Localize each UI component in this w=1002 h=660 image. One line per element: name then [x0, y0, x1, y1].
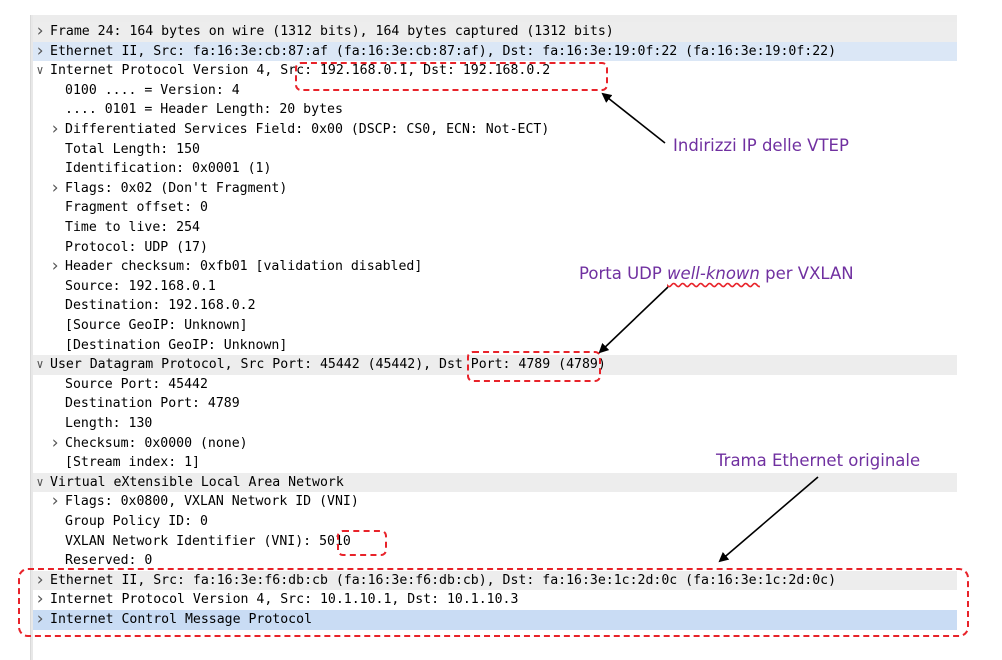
tree-row[interactable]: › Ethernet II, Src: fa:16:3e:f6:db:cb (fa…: [33, 570, 957, 591]
tree-row[interactable]: › Flags: 0x02 (Don't Fragment): [33, 178, 957, 199]
tree-row-label: 0100 .... = Version: 4: [65, 82, 240, 98]
tree-row[interactable]: ∨ Virtual eXtensible Local Area Network: [33, 472, 957, 493]
collapsed-chevron-icon[interactable]: ›: [48, 257, 62, 277]
tree-row-label: Total Length: 150: [65, 141, 200, 157]
tree-row[interactable]: .... 0101 = Header Length: 20 bytes: [33, 100, 957, 120]
tree-row[interactable]: VXLAN Network Identifier (VNI): 5010: [33, 532, 957, 552]
tree-row[interactable]: ∨ User Datagram Protocol, Src Port: 45442…: [33, 355, 957, 375]
tree-row[interactable]: Destination Port: 4789: [33, 394, 957, 414]
expanded-chevron-icon[interactable]: ∨: [33, 355, 47, 375]
tree-row[interactable]: Identification: 0x0001 (1): [33, 159, 957, 179]
tree-row-label: Frame 24: 164 bytes on wire (1312 bits),…: [50, 24, 614, 39]
tree-row-label: Ethernet II, Src: fa:16:3e:cb:87:af (fa:…: [50, 43, 837, 59]
annotation-udp-port-post: per VXLAN: [759, 264, 854, 283]
expanded-chevron-icon[interactable]: ∨: [33, 61, 47, 81]
tree-row-label: Destination: 192.168.0.2: [65, 298, 256, 314]
annotation-vtep-ip: Indirizzi IP delle VTEP: [673, 136, 849, 155]
tree-row[interactable]: Reserved: 0: [33, 551, 957, 571]
collapsed-chevron-icon[interactable]: ›: [33, 570, 47, 591]
tree-row[interactable]: Fragment offset: 0: [33, 198, 957, 218]
tree-row-label: [Stream index: 1]: [65, 455, 200, 471]
tree-row-label: Destination Port: 4789: [65, 396, 240, 412]
tree-row-label: Checksum: 0x0000 (none): [65, 435, 248, 451]
tree-row[interactable]: Time to live: 254: [33, 218, 957, 238]
tree-row[interactable]: › Internet Protocol Version 4, Src: 10.1.…: [33, 590, 957, 610]
tree-row[interactable]: Destination: 192.168.0.2: [33, 296, 957, 316]
tree-row-label: VXLAN Network Identifier (VNI): 5010: [65, 533, 351, 549]
tree-row[interactable]: Group Policy ID: 0: [33, 512, 957, 532]
tree-row[interactable]: [Source GeoIP: Unknown]: [33, 316, 957, 336]
tree-row[interactable]: › Ethernet II, Src: fa:16:3e:cb:87:af (fa…: [33, 41, 957, 62]
collapsed-chevron-icon[interactable]: ›: [33, 21, 47, 42]
tree-row-label: Header checksum: 0xfb01 [validation disa…: [65, 259, 423, 275]
packet-details-tree: › Frame 24: 164 bytes on wire (1312 bits)…: [30, 15, 957, 660]
tree-row-label: Fragment offset: 0: [65, 200, 208, 216]
tree-row-label: Time to live: 254: [65, 220, 200, 235]
tree-row[interactable]: ∨ Internet Protocol Version 4, Src: 192.1…: [33, 61, 957, 81]
tree-row[interactable]: Source Port: 45442: [33, 375, 957, 395]
annotation-udp-port-pre: Porta UDP: [579, 264, 668, 283]
collapsed-chevron-icon[interactable]: ›: [33, 609, 47, 630]
tree-row[interactable]: [Destination GeoIP: Unknown]: [33, 336, 957, 356]
tree-row-label: Protocol: UDP (17): [65, 239, 208, 255]
tree-row[interactable]: Length: 130: [33, 414, 957, 434]
tree-row-label: Virtual eXtensible Local Area Network: [50, 474, 344, 490]
tree-top-strip: [31, 15, 957, 22]
tree-row[interactable]: Protocol: UDP (17): [33, 238, 957, 258]
tree-row-label: Reserved: 0: [65, 553, 153, 569]
collapsed-chevron-icon[interactable]: ›: [48, 178, 62, 199]
tree-row-label: [Destination GeoIP: Unknown]: [65, 337, 288, 353]
tree-row-label: Internet Protocol Version 4, Src: 10.1.1…: [50, 592, 519, 608]
tree-row-label: Ethernet II, Src: fa:16:3e:f6:db:cb (fa:…: [50, 572, 837, 588]
tree-row-label: Identification: 0x0001 (1): [65, 161, 272, 177]
collapsed-chevron-icon[interactable]: ›: [33, 590, 47, 610]
collapsed-chevron-icon[interactable]: ›: [48, 119, 62, 140]
tree-row-label: Source Port: 45442: [65, 376, 208, 392]
tree-row-label: Internet Control Message Protocol: [50, 612, 313, 627]
tree-row-label: .... 0101 = Header Length: 20 bytes: [65, 102, 343, 118]
collapsed-chevron-icon[interactable]: ›: [48, 492, 62, 512]
tree-row[interactable]: › Frame 24: 164 bytes on wire (1312 bits)…: [33, 21, 957, 42]
collapsed-chevron-icon[interactable]: ›: [48, 433, 62, 454]
tree-row-label: Differentiated Services Field: 0x00 (DSC…: [65, 122, 550, 137]
annotation-udp-port: Porta UDP well-known per VXLAN: [579, 264, 854, 283]
tree-row-label: Flags: 0x0800, VXLAN Network ID (VNI): [65, 494, 359, 510]
tree-row-label: Length: 130: [65, 416, 153, 431]
tree-row-label: Flags: 0x02 (Don't Fragment): [65, 180, 288, 196]
annotation-original-frame: Trama Ethernet originale: [716, 451, 921, 470]
annotation-udp-port-em: well-known: [667, 264, 760, 283]
tree-row-label: User Datagram Protocol, Src Port: 45442 …: [50, 357, 606, 373]
tree-row-label: Group Policy ID: 0: [65, 514, 208, 529]
tree-row[interactable]: › Flags: 0x0800, VXLAN Network ID (VNI): [33, 492, 957, 512]
tree-row[interactable]: › Internet Control Message Protocol: [33, 609, 957, 630]
collapsed-chevron-icon[interactable]: ›: [33, 41, 47, 62]
tree-row[interactable]: 0100 .... = Version: 4: [33, 81, 957, 101]
tree-row-label: Source: 192.168.0.1: [65, 278, 216, 294]
tree-row-label: [Source GeoIP: Unknown]: [65, 318, 248, 333]
expanded-chevron-icon[interactable]: ∨: [33, 473, 47, 493]
tree-row-label: Internet Protocol Version 4, Src: 192.16…: [50, 63, 551, 79]
